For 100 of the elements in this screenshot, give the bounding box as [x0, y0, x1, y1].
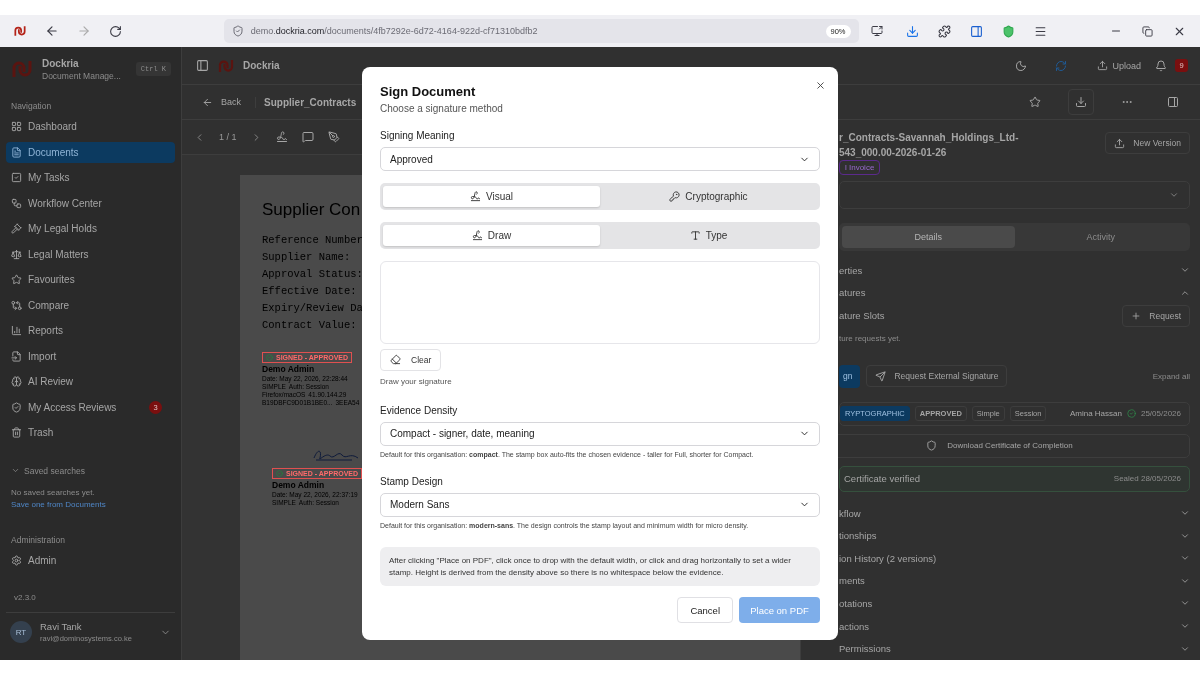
close-icon[interactable]	[814, 79, 826, 91]
sidebar-item[interactable]: Workflow Center	[6, 192, 175, 214]
comment-icon[interactable]	[301, 131, 314, 143]
text-icon	[689, 230, 701, 242]
clear-button[interactable]: Clear	[380, 348, 442, 371]
tab[interactable]: Activity	[1014, 225, 1187, 248]
version-label: v2.3.0	[13, 593, 37, 602]
user-name: Ravi Tank	[40, 621, 83, 632]
back-icon[interactable]	[44, 24, 59, 38]
field-label: Approval Status:	[262, 268, 363, 282]
brain-icon	[11, 376, 22, 387]
panel-toggle-icon[interactable]	[1167, 96, 1179, 108]
request-button[interactable]: Request	[1122, 304, 1190, 327]
dialog-title: Sign Document	[380, 84, 477, 99]
moon-icon[interactable]	[1015, 59, 1028, 72]
density-select[interactable]: Compact - signer, date, meaning	[380, 421, 820, 446]
arrow-left-icon	[202, 96, 213, 108]
extension-icon[interactable]	[969, 24, 983, 38]
empty-message: ture requests yet.	[839, 333, 902, 343]
back-button[interactable]: Back	[202, 96, 256, 108]
sidebar-item[interactable]: AI Review	[6, 371, 175, 392]
signer-name: Amina Hassan	[1069, 409, 1122, 419]
user-avatar: RT	[10, 621, 32, 643]
section-header[interactable]: atures	[839, 281, 1190, 304]
link[interactable]: Save one from Documents	[11, 499, 170, 509]
tab[interactable]: Details	[842, 225, 1015, 248]
sidebar-item[interactable]: Compare	[6, 294, 175, 316]
puzzle-icon[interactable]	[937, 24, 951, 38]
method-tab[interactable]: Visual	[383, 186, 600, 208]
shield-icon	[11, 401, 22, 413]
grid-icon	[11, 121, 22, 132]
sidebar-item[interactable]: My Tasks	[6, 167, 175, 188]
restore-icon[interactable]	[1142, 25, 1154, 37]
method-tab[interactable]: Cryptographic	[600, 186, 817, 208]
signature-icon[interactable]	[275, 131, 288, 143]
section-header[interactable]: erties	[839, 258, 1190, 282]
upload-icon	[1097, 60, 1109, 71]
field-label: Contract Value:	[262, 319, 357, 333]
section-title[interactable]: Saved searches	[24, 465, 85, 476]
screen-icon[interactable]	[870, 25, 883, 37]
sidebar-item[interactable]: Trash	[6, 422, 175, 443]
download-icon[interactable]	[905, 24, 919, 38]
design-select[interactable]: Modern Sans	[380, 492, 820, 517]
section-header[interactable]: kflow	[839, 501, 1190, 525]
input-tab[interactable]: Type	[600, 225, 817, 247]
section-header[interactable]: ments	[839, 569, 1190, 593]
reload-icon[interactable]	[109, 24, 123, 38]
request-external-button[interactable]: Request External Signature	[866, 365, 1008, 388]
signer-name: Demo Admin	[272, 480, 325, 490]
section-header[interactable]: tionships	[839, 524, 1190, 547]
scales-icon	[11, 248, 22, 260]
signer-name: Demo Admin	[262, 364, 315, 374]
cancel-button[interactable]: Cancel	[677, 597, 733, 623]
brand-subtitle: Document Manage...	[42, 70, 122, 81]
upload-icon	[1114, 137, 1126, 149]
sidebar-item[interactable]: My Legal Holds	[6, 218, 175, 239]
sidebar-item[interactable]: Legal Matters	[6, 243, 175, 265]
field-label: Expiry/Review Da	[262, 302, 363, 316]
sidebar-item[interactable]: Favourites	[6, 269, 175, 290]
chevron-icon[interactable]	[11, 466, 20, 475]
section-title: Navigation	[10, 101, 53, 111]
sidebar-toggle-icon[interactable]	[196, 59, 209, 72]
expand-all-link[interactable]: Expand all	[1152, 371, 1190, 381]
app-logo-icon[interactable]	[12, 24, 27, 38]
sidebar-item[interactable]: Admin	[6, 549, 175, 571]
sidebar-item[interactable]: Dashboard	[6, 116, 175, 137]
section-header[interactable]: actions	[839, 614, 1190, 638]
signature-icon	[469, 191, 481, 203]
hint-text: Draw your signature	[380, 376, 453, 386]
new-version-button[interactable]: New Version	[1105, 132, 1190, 154]
certificate-text: Certificate verified	[844, 473, 921, 485]
plus-icon	[1131, 310, 1142, 321]
document-name: r_Contracts-Savannah_Holdings_Ltd-	[839, 132, 1019, 143]
shield-icon[interactable]	[1001, 24, 1015, 38]
app-name: Dockria	[243, 60, 280, 71]
download-button[interactable]	[1068, 89, 1094, 115]
document-tag: l Invoice	[839, 160, 881, 175]
upload-button[interactable]: Upload	[1091, 60, 1147, 71]
download-icon	[1075, 96, 1087, 108]
sidebar-item[interactable]: Reports	[6, 320, 175, 341]
pen-icon[interactable]	[327, 131, 340, 143]
key-icon	[669, 191, 681, 203]
eraser-icon	[390, 354, 401, 366]
bell-icon[interactable]	[1155, 59, 1167, 72]
dialog-subtitle: Choose a signature method	[380, 103, 504, 114]
chevron-down-icon	[1180, 508, 1190, 518]
shield-icon	[231, 25, 244, 37]
sign-button[interactable]: gn	[839, 364, 861, 388]
star-icon[interactable]	[1029, 96, 1041, 108]
section-header[interactable]: Permissions	[839, 637, 1190, 660]
meaning-select[interactable]: Approved	[380, 147, 820, 172]
document-title: Supplier_Contracts	[264, 96, 357, 108]
input-tab[interactable]: Draw	[383, 225, 600, 247]
section-header[interactable]: otations	[839, 592, 1190, 615]
section-header[interactable]: ion History (2 versions)	[839, 546, 1190, 570]
sidebar-item[interactable]: Import	[6, 345, 175, 367]
sidebar-item[interactable]: Documents	[6, 141, 175, 163]
info-note: After clicking "Place on PDF", click once to drop with the default width, or click and drag horizontally to set a wider stamp. Height is derived from the density above so there is no whitespace below the evidence.	[380, 547, 820, 586]
menu-icon[interactable]	[1033, 24, 1047, 38]
shield-icon	[926, 440, 938, 452]
